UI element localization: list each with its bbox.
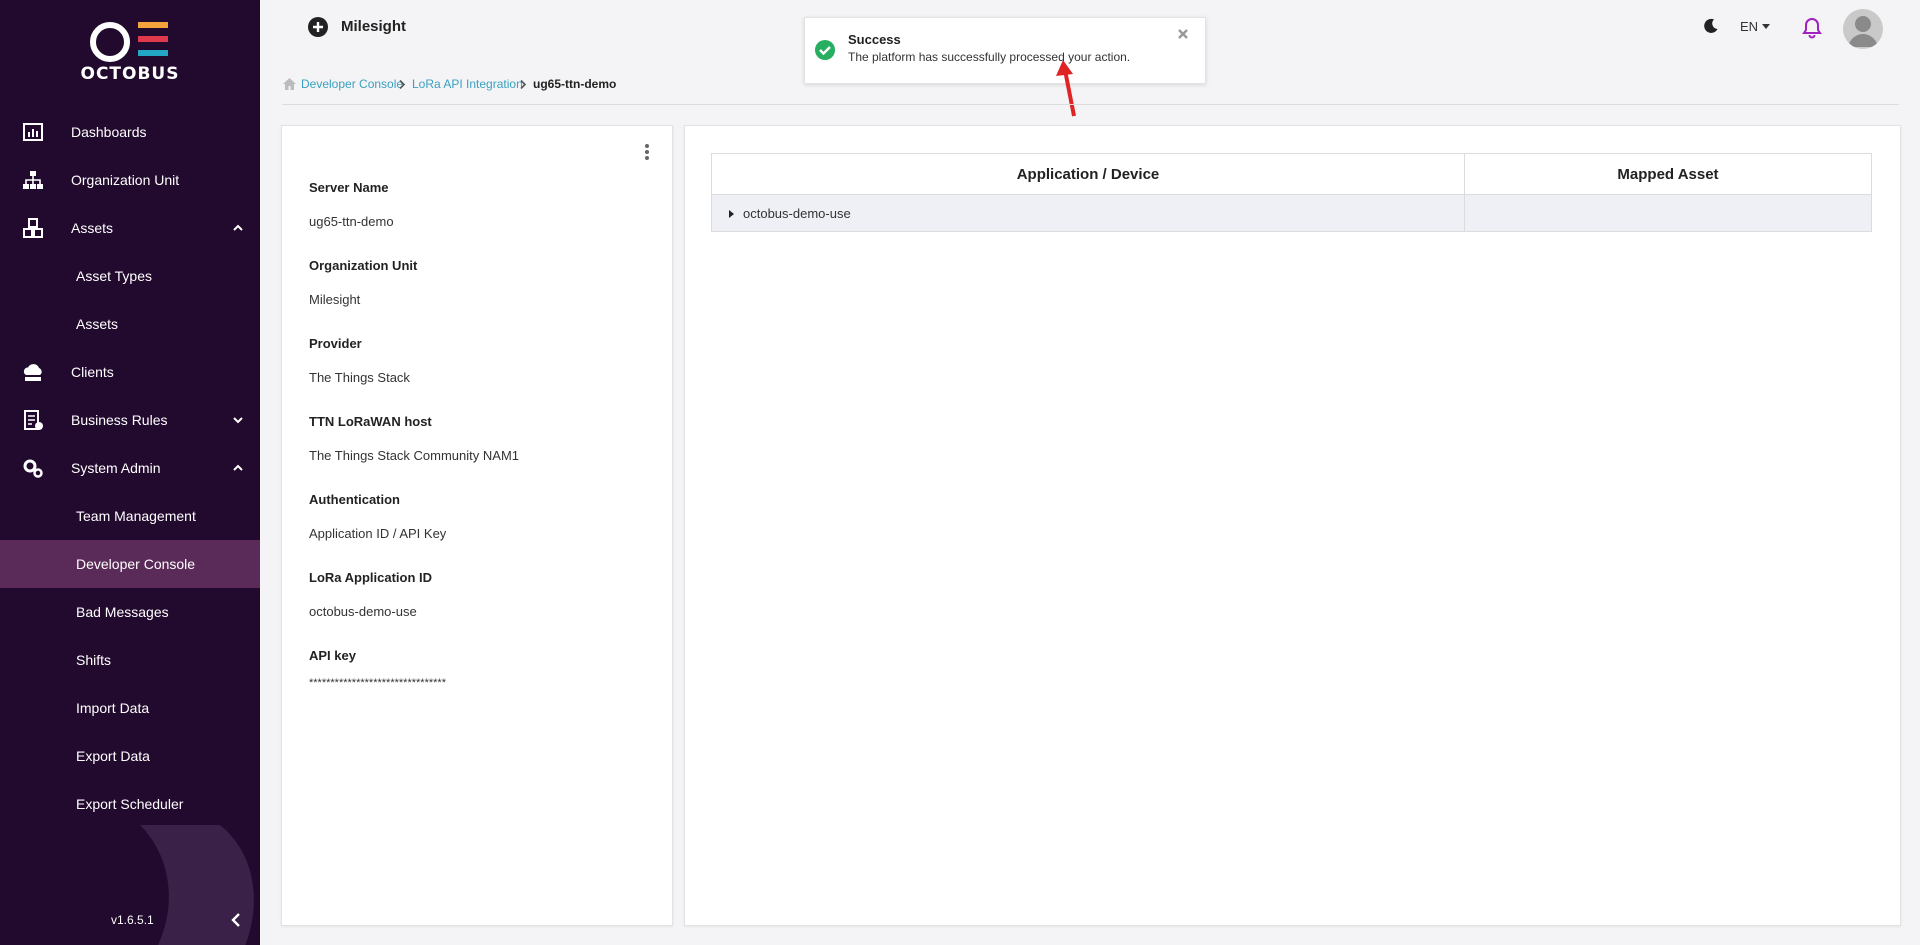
sidebar: OCTOBUS Dashboards Organization Unit Ass… <box>0 0 260 945</box>
sidebar-item-label: Export Data <box>76 748 150 764</box>
sidebar-nav: Dashboards Organization Unit Assets Asse… <box>0 108 260 828</box>
current-organization[interactable]: Milesight <box>341 18 406 35</box>
field-ttn-host: TTN LoRaWAN host The Things Stack Commun… <box>309 414 519 463</box>
sidebar-item-developer-console[interactable]: Developer Console <box>0 540 260 588</box>
sidebar-item-organization-unit[interactable]: Organization Unit <box>0 156 260 204</box>
annotation-arrow <box>1056 60 1076 117</box>
column-header-application-device: Application / Device <box>711 153 1465 195</box>
toast-title: Success <box>848 32 901 47</box>
dashboard-icon <box>23 123 43 141</box>
chevron-up-icon <box>233 224 243 231</box>
sidebar-item-label: Developer Console <box>76 556 196 572</box>
field-value: ******************************** <box>309 677 446 689</box>
field-label: TTN LoRaWAN host <box>309 414 432 429</box>
sidebar-item-label: Asset Types <box>76 268 153 284</box>
mapped-asset-cell <box>1464 194 1872 232</box>
sidebar-item-export-scheduler[interactable]: Export Scheduler <box>0 780 260 828</box>
sidebar-item-import-data[interactable]: Import Data <box>0 684 260 732</box>
sidebar-item-label: Assets <box>76 316 119 332</box>
sidebar-item-clients[interactable]: Clients <box>0 348 260 396</box>
cubes-icon <box>23 218 43 238</box>
sidebar-item-asset-types[interactable]: Asset Types <box>0 252 260 300</box>
sidebar-item-label: Clients <box>71 364 114 380</box>
chevron-right-icon <box>399 80 406 89</box>
sidebar-item-label: Team Management <box>76 508 196 524</box>
close-icon[interactable] <box>1177 28 1189 40</box>
sidebar-item-label: Shifts <box>76 652 112 668</box>
field-label: Authentication <box>309 492 400 507</box>
server-details-card: Server Name ug65-ttn-demo Organization U… <box>281 125 673 926</box>
hierarchy-icon <box>23 171 43 189</box>
device-mapping-card: Application / Device Mapped Asset octobu… <box>684 125 1901 926</box>
collapse-sidebar-icon[interactable] <box>228 912 244 928</box>
field-value: Application ID / API Key <box>309 526 447 541</box>
field-label: Server Name <box>309 180 389 195</box>
home-icon[interactable] <box>283 78 296 90</box>
field-organization-unit: Organization Unit Milesight <box>309 258 417 307</box>
table-row[interactable]: octobus-demo-use <box>711 194 1872 232</box>
sidebar-item-dashboards[interactable]: Dashboards <box>0 108 260 156</box>
brand-name: OCTOBUS <box>80 64 180 84</box>
language-selector[interactable]: EN <box>1740 19 1758 34</box>
sidebar-item-label: Dashboards <box>71 124 147 140</box>
field-provider: Provider The Things Stack <box>309 336 410 385</box>
sidebar-item-label: Bad Messages <box>76 604 169 620</box>
sidebar-item-label: Business Rules <box>71 412 168 428</box>
sidebar-item-export-data[interactable]: Export Data <box>0 732 260 780</box>
column-header-mapped-asset: Mapped Asset <box>1464 153 1872 195</box>
sidebar-item-label: System Admin <box>71 460 161 476</box>
field-value: ug65-ttn-demo <box>309 214 394 229</box>
field-api-key: API key ******************************** <box>309 648 446 689</box>
app-version: v1.6.5.1 <box>111 913 154 927</box>
chevron-down-icon <box>233 417 243 424</box>
caret-down-icon[interactable] <box>1761 21 1771 31</box>
chevron-right-icon <box>520 80 527 89</box>
field-value: octobus-demo-use <box>309 604 417 619</box>
breadcrumb-divider <box>282 104 1899 105</box>
sidebar-item-assets-group[interactable]: Assets <box>0 204 260 252</box>
sidebar-item-shifts[interactable]: Shifts <box>0 636 260 684</box>
gears-icon <box>23 459 43 478</box>
field-value: Milesight <box>309 292 361 307</box>
field-label: API key <box>309 648 356 663</box>
success-toast: Success The platform has successfully pr… <box>804 17 1206 84</box>
chevron-up-icon <box>233 464 243 471</box>
check-circle-icon <box>815 40 835 60</box>
user-silhouette-icon <box>1848 16 1878 47</box>
field-authentication: Authentication Application ID / API Key <box>309 492 446 541</box>
sidebar-item-label: Export Scheduler <box>76 796 184 812</box>
user-avatar[interactable] <box>1843 9 1883 49</box>
application-name[interactable]: octobus-demo-use <box>743 206 851 221</box>
rules-icon <box>24 410 43 430</box>
sidebar-item-assets[interactable]: Assets <box>0 300 260 348</box>
cloud-user-icon <box>23 364 42 381</box>
breadcrumb-link-lora-api-integration[interactable]: LoRa API Integration <box>412 77 523 91</box>
sidebar-item-business-rules[interactable]: Business Rules <box>0 396 260 444</box>
expand-caret-icon[interactable] <box>727 209 735 219</box>
field-lora-application-id: LoRa Application ID octobus-demo-use <box>309 570 432 619</box>
field-label: Provider <box>309 336 362 351</box>
breadcrumb-link-developer-console[interactable]: Developer Console <box>301 77 403 91</box>
add-circle-icon[interactable] <box>308 17 328 37</box>
application-cell: octobus-demo-use <box>711 194 1465 232</box>
breadcrumb-current: ug65-ttn-demo <box>533 77 617 91</box>
table-header-row: Application / Device Mapped Asset <box>711 153 1872 195</box>
field-value: The Things Stack Community NAM1 <box>309 448 519 463</box>
more-options-icon[interactable] <box>644 143 650 161</box>
sidebar-item-system-admin[interactable]: System Admin <box>0 444 260 492</box>
sidebar-item-team-management[interactable]: Team Management <box>0 492 260 540</box>
field-label: Organization Unit <box>309 258 418 273</box>
sidebar-item-label: Assets <box>71 220 114 236</box>
sidebar-item-label: Import Data <box>76 700 150 716</box>
dark-mode-icon[interactable] <box>1703 18 1719 34</box>
sidebar-item-label: Organization Unit <box>71 172 180 188</box>
sidebar-item-bad-messages[interactable]: Bad Messages <box>0 588 260 636</box>
device-mapping-table: Application / Device Mapped Asset octobu… <box>711 153 1872 232</box>
notification-bell-icon[interactable] <box>1802 17 1822 39</box>
field-server-name: Server Name ug65-ttn-demo <box>309 180 394 229</box>
field-label: LoRa Application ID <box>309 570 433 585</box>
field-value: The Things Stack <box>309 370 410 385</box>
